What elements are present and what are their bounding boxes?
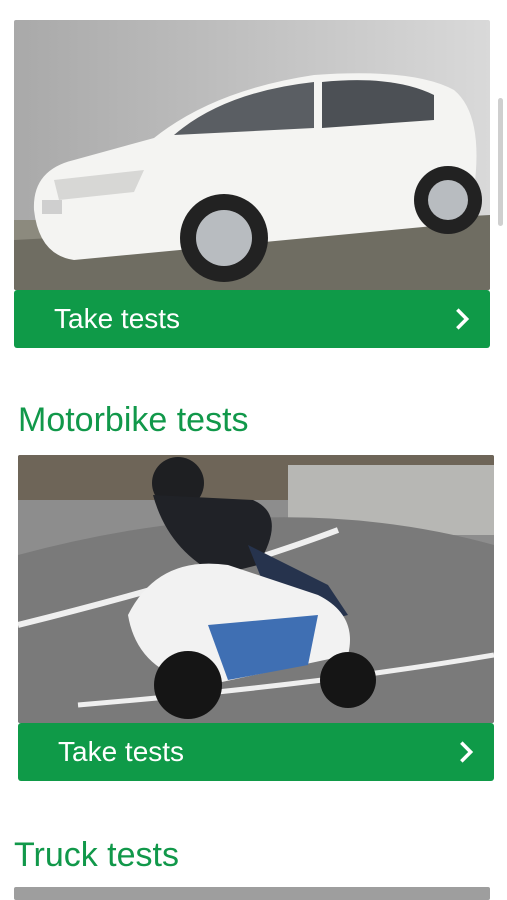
truck-section-title: Truck tests: [14, 836, 179, 874]
motorbike-section-title: Motorbike tests: [18, 401, 249, 439]
take-tests-label: Take tests: [58, 736, 185, 767]
take-tests-label: Take tests: [54, 303, 181, 334]
car-take-tests-button[interactable]: Take tests: [14, 290, 490, 348]
car-test-image: [14, 20, 490, 290]
motorbike-test-image: [18, 455, 494, 723]
car-illustration: [14, 20, 490, 290]
motorbike-take-tests-button[interactable]: Take tests: [18, 723, 494, 781]
chevron-right-icon: [460, 741, 474, 763]
chevron-right-icon: [456, 308, 470, 330]
scrollbar-thumb[interactable]: [498, 98, 503, 226]
truck-test-image: [14, 887, 490, 900]
motorbike-illustration: [18, 455, 494, 723]
